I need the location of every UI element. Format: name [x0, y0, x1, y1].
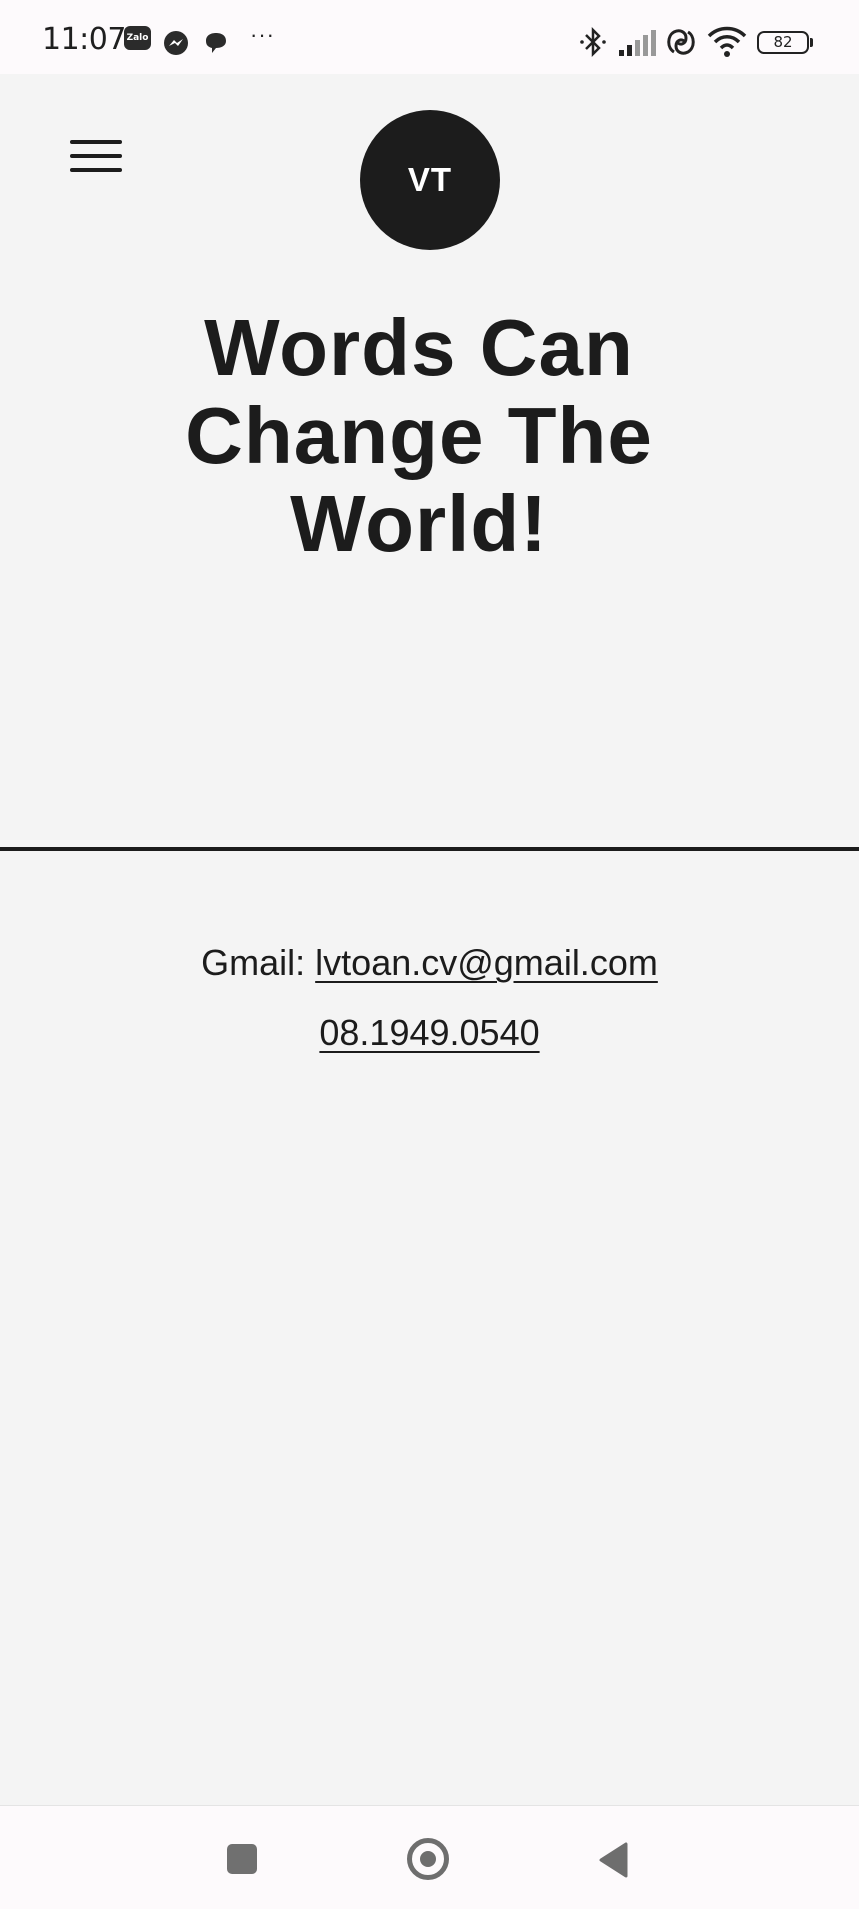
- messenger-icon: [164, 31, 188, 55]
- battery-nub: [810, 38, 813, 47]
- email-label: Gmail:: [201, 942, 316, 983]
- bluetooth-icon: [580, 26, 606, 58]
- section-divider: [0, 847, 859, 851]
- back-icon[interactable]: [598, 1842, 630, 1878]
- email-link[interactable]: lvtoan.cv@gmail.com: [315, 942, 658, 983]
- chat-bubble-icon: [206, 33, 226, 53]
- signal-icon: [619, 30, 656, 56]
- phone-link[interactable]: 08.1949.0540: [319, 1012, 539, 1053]
- contact-email-line: Gmail: lvtoan.cv@gmail.com: [0, 942, 859, 984]
- battery-level: 82: [773, 33, 793, 51]
- zalo-icon: Zalo: [124, 26, 151, 50]
- recent-apps-icon[interactable]: [227, 1844, 257, 1874]
- hamburger-menu-icon[interactable]: [68, 138, 124, 174]
- hero-headline: Words Can Change The World!: [185, 303, 653, 568]
- home-icon[interactable]: [407, 1838, 449, 1880]
- more-notifications-indicator: ···: [250, 22, 275, 47]
- contact-phone-line: 08.1949.0540: [0, 1012, 859, 1054]
- hotspot-icon: [667, 29, 695, 55]
- site-logo[interactable]: VT: [360, 110, 500, 250]
- status-time: 11:07: [42, 22, 126, 57]
- system-nav-bar: [0, 1805, 859, 1909]
- wifi-icon: [707, 26, 747, 57]
- battery-icon: 82: [757, 31, 809, 54]
- status-bar: 11:07 Zalo ··· 82: [0, 0, 859, 74]
